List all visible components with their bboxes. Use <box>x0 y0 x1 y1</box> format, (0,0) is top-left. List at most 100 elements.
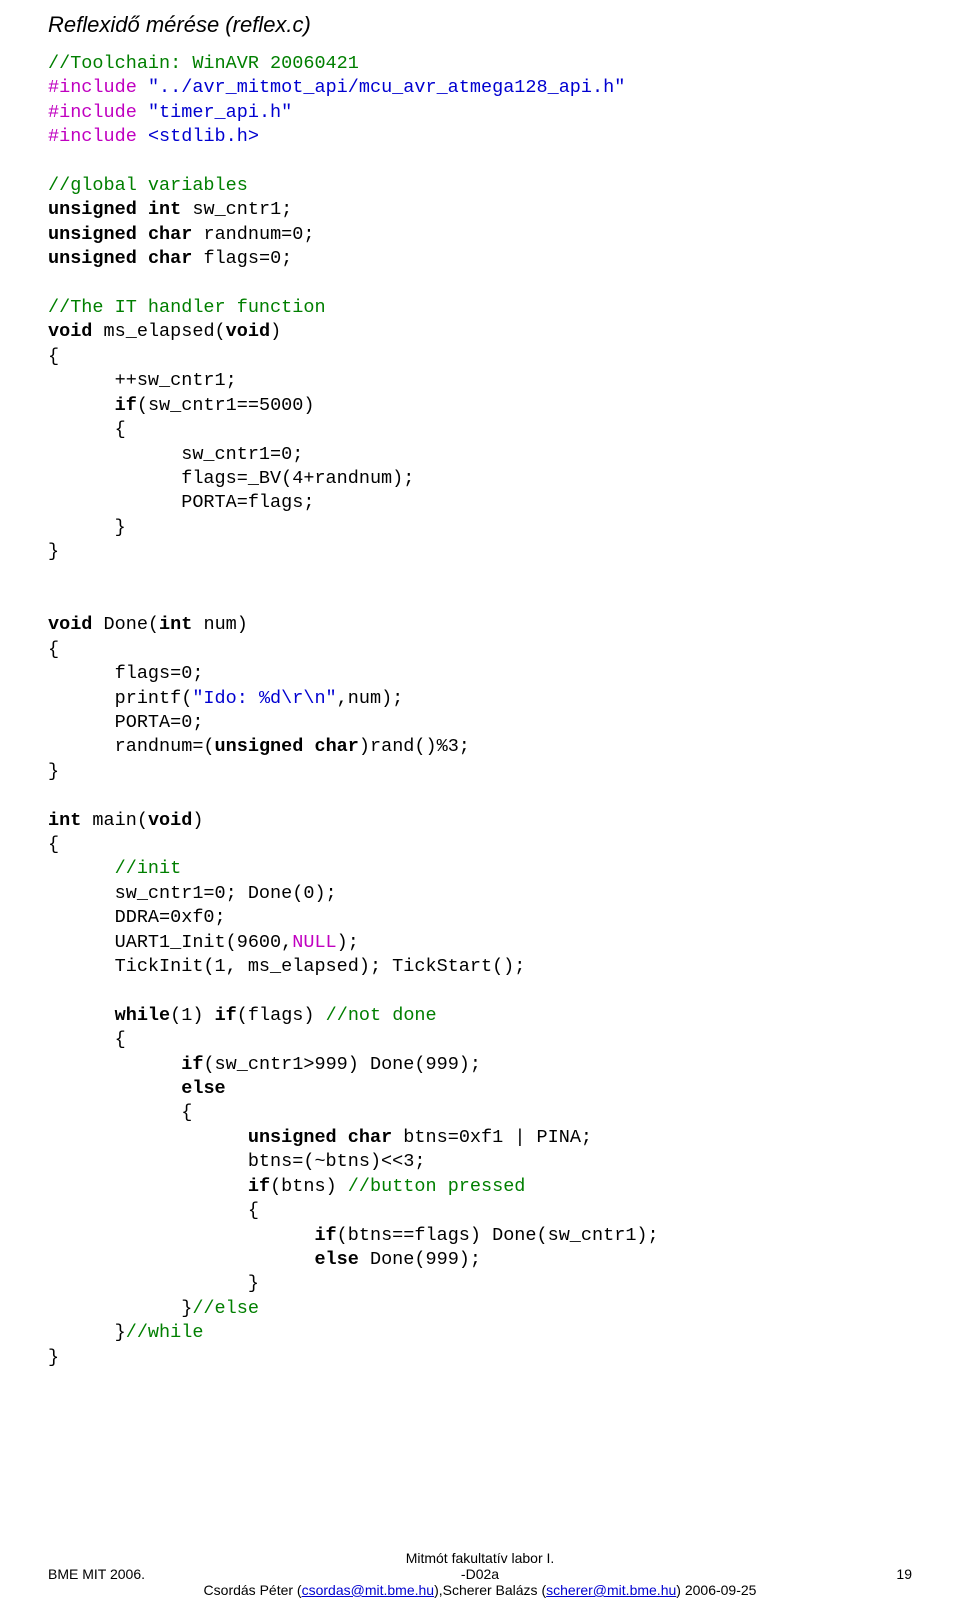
code-line <box>48 1054 181 1075</box>
code-line: randnum=( <box>48 736 215 757</box>
code-line: unsigned <box>248 1127 337 1148</box>
code-line <box>303 736 314 757</box>
code-line: //while <box>126 1322 204 1343</box>
code-line: if <box>215 1005 237 1026</box>
code-line: ); <box>337 932 359 953</box>
code-line: if <box>314 1225 336 1246</box>
code-line: UART1_Init(9600, <box>48 932 292 953</box>
page-footer: Mitmót fakultatív labor I. BME MIT 2006.… <box>48 1550 912 1598</box>
code-line: else <box>314 1249 358 1270</box>
code-line <box>48 1005 115 1026</box>
code-line: PORTA=flags; <box>48 492 314 513</box>
code-line: //Toolchain: WinAVR 20060421 <box>48 53 359 74</box>
code-line: { <box>48 1102 192 1123</box>
code-line: void <box>48 614 92 635</box>
code-line: num) <box>192 614 248 635</box>
footer-page-number: 19 <box>624 1566 912 1582</box>
code-line <box>48 1127 248 1148</box>
code-line: Done( <box>92 614 159 635</box>
footer-email-link[interactable]: csordas@mit.bme.hu <box>302 1582 434 1598</box>
code-line: //The IT handler function <box>48 297 326 318</box>
code-line: sw_cntr1; <box>192 199 292 220</box>
page-title: Reflexidő mérése (reflex.c) <box>48 12 912 38</box>
code-line: if <box>248 1176 270 1197</box>
code-line: randnum=0; <box>203 224 314 245</box>
code-line: } <box>48 1298 192 1319</box>
code-line: (btns) <box>270 1176 348 1197</box>
code-line: char <box>148 248 192 269</box>
code-line: if <box>115 395 137 416</box>
code-line: { <box>48 1200 259 1221</box>
code-line: "../avr_mitmot_api/mcu_avr_atmega128_api… <box>148 77 625 98</box>
code-line: main( <box>81 810 148 831</box>
code-line: ) <box>192 810 203 831</box>
code-line: (sw_cntr1==5000) <box>137 395 315 416</box>
code-line: { <box>48 639 59 660</box>
code-line: //not done <box>326 1005 437 1026</box>
code-line: unsigned <box>48 248 137 269</box>
code-line: DDRA=0xf0; <box>48 907 226 928</box>
code-line: NULL <box>292 932 336 953</box>
code-line: (1) <box>170 1005 214 1026</box>
code-line: printf( <box>48 688 192 709</box>
code-line: else <box>181 1078 225 1099</box>
code-line: unsigned <box>215 736 304 757</box>
code-line: (sw_cntr1>999) Done(999); <box>203 1054 481 1075</box>
code-line: TickInit(1, ms_elapsed); TickStart(); <box>48 956 525 977</box>
code-line: sw_cntr1=0; Done(0); <box>48 883 337 904</box>
footer-center: -D02a <box>336 1566 624 1582</box>
code-line: void <box>148 810 192 831</box>
code-line: //button pressed <box>348 1176 526 1197</box>
footer-text: ) 2006-09-25 <box>676 1582 756 1598</box>
code-line: int <box>48 810 81 831</box>
code-line <box>48 1249 314 1270</box>
code-line: unsigned <box>48 199 137 220</box>
document-page: Reflexidő mérése (reflex.c) //Toolchain:… <box>0 0 960 1606</box>
code-line: if <box>181 1054 203 1075</box>
code-line: btns=0xf1 | PINA; <box>392 1127 592 1148</box>
code-line: (btns==flags) Done(sw_cntr1); <box>337 1225 659 1246</box>
code-line: "Ido: %d\r\n" <box>192 688 336 709</box>
code-line: void <box>226 321 270 342</box>
code-line: //global variables <box>48 175 248 196</box>
code-line: Done(999); <box>359 1249 481 1270</box>
code-line <box>48 1078 181 1099</box>
footer-title: Mitmót fakultatív labor I. <box>48 1550 912 1566</box>
code-line: btns=(~btns)<<3; <box>48 1151 425 1172</box>
code-line: void <box>48 321 92 342</box>
code-line: char <box>314 736 358 757</box>
footer-text: Csordás Péter ( <box>204 1582 302 1598</box>
code-line: } <box>48 517 126 538</box>
code-line: } <box>48 761 59 782</box>
code-line: ++sw_cntr1; <box>48 370 237 391</box>
code-line: } <box>48 541 59 562</box>
footer-text: ),Scherer Balázs ( <box>434 1582 546 1598</box>
code-line: { <box>48 834 59 855</box>
code-line: { <box>48 346 59 367</box>
code-line: unsigned <box>48 224 137 245</box>
code-line: char <box>148 224 192 245</box>
code-line: flags=_BV(4+randnum); <box>48 468 414 489</box>
code-line: "timer_api.h" <box>148 102 292 123</box>
code-line: PORTA=0; <box>48 712 203 733</box>
footer-email-link[interactable]: scherer@mit.bme.hu <box>546 1582 676 1598</box>
code-line: sw_cntr1=0; <box>48 444 303 465</box>
code-line: } <box>48 1273 259 1294</box>
code-line: #include <box>48 102 137 123</box>
code-line <box>48 395 115 416</box>
code-line: flags=0; <box>203 248 292 269</box>
footer-authors: Csordás Péter (csordas@mit.bme.hu),Scher… <box>48 1582 912 1598</box>
code-line: ms_elapsed( <box>104 321 226 342</box>
code-line <box>48 858 115 879</box>
code-line: //init <box>115 858 182 879</box>
code-line: #include <box>48 77 137 98</box>
code-line: { <box>48 1029 126 1050</box>
code-line <box>48 1225 314 1246</box>
code-line: //else <box>192 1298 259 1319</box>
code-line <box>337 1127 348 1148</box>
code-line: char <box>348 1127 392 1148</box>
code-line: } <box>48 1322 126 1343</box>
code-line: ) <box>270 321 281 342</box>
code-line: int <box>159 614 192 635</box>
code-line: (flags) <box>237 1005 326 1026</box>
